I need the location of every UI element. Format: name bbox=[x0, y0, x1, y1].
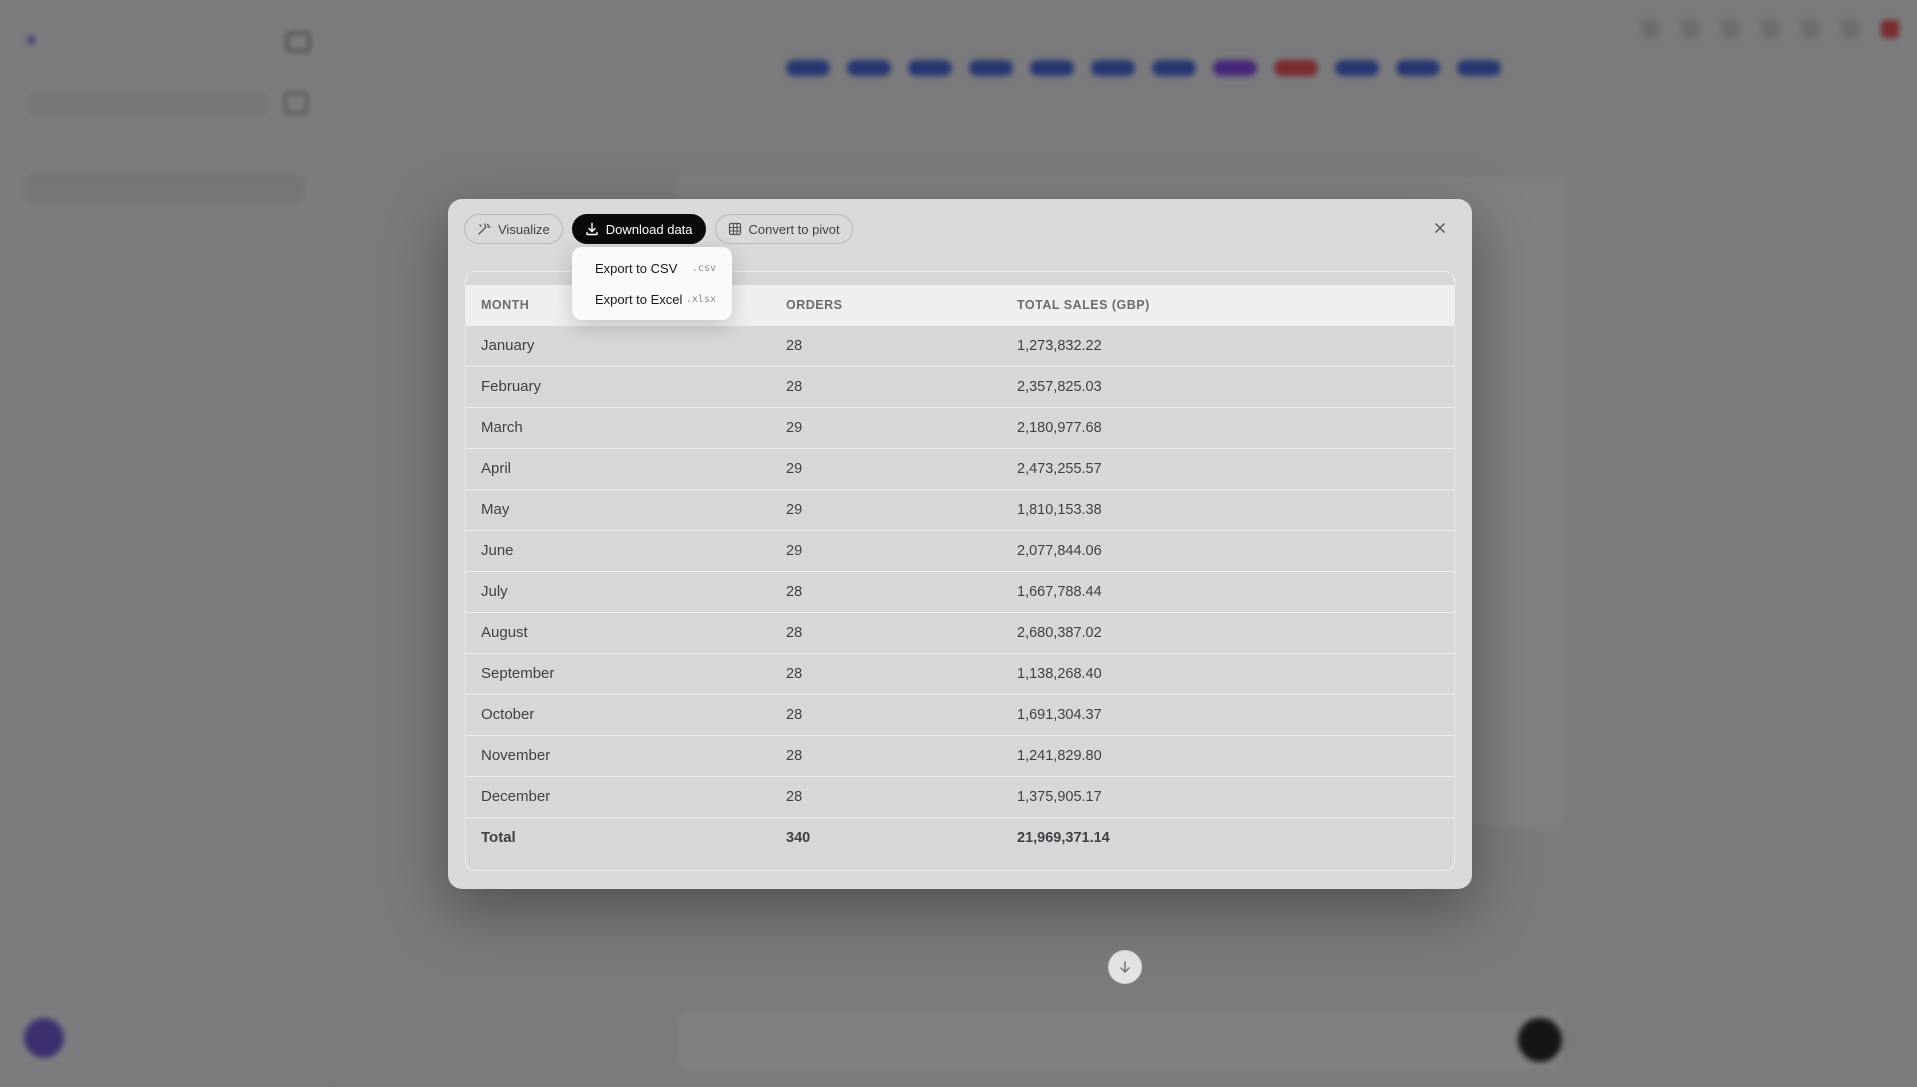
cell-orders: 29 bbox=[771, 447, 1002, 489]
cell-month: January bbox=[466, 324, 771, 366]
scroll-down-button[interactable] bbox=[1108, 950, 1142, 984]
cell-orders: 29 bbox=[771, 488, 1002, 530]
download-label: Download data bbox=[605, 221, 693, 237]
cell-total-sales: 1,691,304.37 bbox=[1002, 693, 1454, 735]
menu-item-export-csv[interactable]: Export to CSV .csv bbox=[578, 253, 726, 284]
app-window: ✦ bbox=[0, 0, 1917, 1087]
cell-total-sales: 2,180,977.68 bbox=[1002, 406, 1454, 448]
cell-orders: 28 bbox=[771, 693, 1002, 735]
visualize-button[interactable]: Visualize bbox=[464, 214, 563, 244]
cell-total-orders: 340 bbox=[771, 816, 1002, 858]
file-extension: .xlsx bbox=[685, 294, 716, 305]
table-row: March 29 2,180,977.68 bbox=[466, 406, 1454, 448]
table-row: August 28 2,680,387.02 bbox=[466, 611, 1454, 653]
cell-orders: 28 bbox=[771, 775, 1002, 817]
magic-wand-icon bbox=[477, 222, 491, 236]
table-row: September 28 1,138,268.40 bbox=[466, 652, 1454, 694]
cell-total-sales: 2,077,844.06 bbox=[1002, 529, 1454, 571]
close-button[interactable] bbox=[1428, 216, 1452, 240]
cell-total-sales: 2,473,255.57 bbox=[1002, 447, 1454, 489]
convert-to-pivot-button[interactable]: Convert to pivot bbox=[714, 214, 853, 244]
file-extension: .csv bbox=[691, 263, 716, 274]
cell-orders: 29 bbox=[771, 406, 1002, 448]
cell-month: February bbox=[466, 365, 771, 407]
pivot-label: Convert to pivot bbox=[748, 221, 840, 237]
cell-total-sales: 1,138,268.40 bbox=[1002, 652, 1454, 694]
table-row: December 28 1,375,905.17 bbox=[466, 775, 1454, 817]
table-row: February 28 2,357,825.03 bbox=[466, 365, 1454, 407]
cell-total-sales: 1,241,829.80 bbox=[1002, 734, 1454, 776]
cell-orders: 28 bbox=[771, 734, 1002, 776]
table-row: January 28 1,273,832.22 bbox=[466, 324, 1454, 366]
data-table: MONTH ORDERS TOTAL SALES (GBP) January 2… bbox=[466, 285, 1454, 858]
cell-total-sales: 1,667,788.44 bbox=[1002, 570, 1454, 612]
cell-orders: 28 bbox=[771, 570, 1002, 612]
menu-item-export-excel[interactable]: Export to Excel .xlsx bbox=[578, 284, 726, 315]
cell-total-sales: 2,680,387.02 bbox=[1002, 611, 1454, 653]
visualize-label: Visualize bbox=[498, 221, 550, 237]
menu-item-label: Export to Excel bbox=[595, 292, 683, 307]
table-row: November 28 1,241,829.80 bbox=[466, 734, 1454, 776]
column-header-orders[interactable]: ORDERS bbox=[771, 285, 1002, 325]
cell-month: October bbox=[466, 693, 771, 735]
cell-month: July bbox=[466, 570, 771, 612]
column-header-total-sales[interactable]: TOTAL SALES (GBP) bbox=[1002, 285, 1454, 325]
cell-total-label: Total bbox=[466, 816, 771, 858]
table-row: October 28 1,691,304.37 bbox=[466, 693, 1454, 735]
cell-month: September bbox=[466, 652, 771, 694]
cell-orders: 28 bbox=[771, 611, 1002, 653]
menu-item-label: Export to CSV bbox=[595, 261, 678, 276]
data-table-container: MONTH ORDERS TOTAL SALES (GBP) January 2… bbox=[465, 271, 1455, 871]
modal-toolbar: Visualize Download data Convert to pivot bbox=[464, 214, 853, 244]
close-icon bbox=[1435, 223, 1445, 233]
table-row: July 28 1,667,788.44 bbox=[466, 570, 1454, 612]
cell-month: August bbox=[466, 611, 771, 653]
cell-month: June bbox=[466, 529, 771, 571]
cell-month: November bbox=[466, 734, 771, 776]
cell-total-sales: 1,273,832.22 bbox=[1002, 324, 1454, 366]
cell-month: December bbox=[466, 775, 771, 817]
cell-month: May bbox=[466, 488, 771, 530]
cell-month: March bbox=[466, 406, 771, 448]
cell-total-sales: 1,810,153.38 bbox=[1002, 488, 1454, 530]
download-data-button[interactable]: Download data bbox=[571, 214, 706, 244]
table-row: April 29 2,473,255.57 bbox=[466, 447, 1454, 489]
cell-orders: 28 bbox=[771, 652, 1002, 694]
cell-orders: 28 bbox=[771, 365, 1002, 407]
download-icon bbox=[585, 222, 599, 236]
cell-month: April bbox=[466, 447, 771, 489]
cell-total-sales: 1,375,905.17 bbox=[1002, 775, 1454, 817]
table-row: May 29 1,810,153.38 bbox=[466, 488, 1454, 530]
table-row: June 29 2,077,844.06 bbox=[466, 529, 1454, 571]
cell-total-sales-sum: 21,969,371.14 bbox=[1002, 816, 1454, 858]
cell-total-sales: 2,357,825.03 bbox=[1002, 365, 1454, 407]
grid-icon bbox=[728, 222, 742, 236]
arrow-down-icon bbox=[1120, 961, 1130, 974]
cell-orders: 29 bbox=[771, 529, 1002, 571]
download-menu: Export to CSV .csv Export to Excel .xlsx bbox=[572, 247, 732, 320]
cell-orders: 28 bbox=[771, 324, 1002, 366]
table-total-row: Total 340 21,969,371.14 bbox=[466, 816, 1454, 858]
